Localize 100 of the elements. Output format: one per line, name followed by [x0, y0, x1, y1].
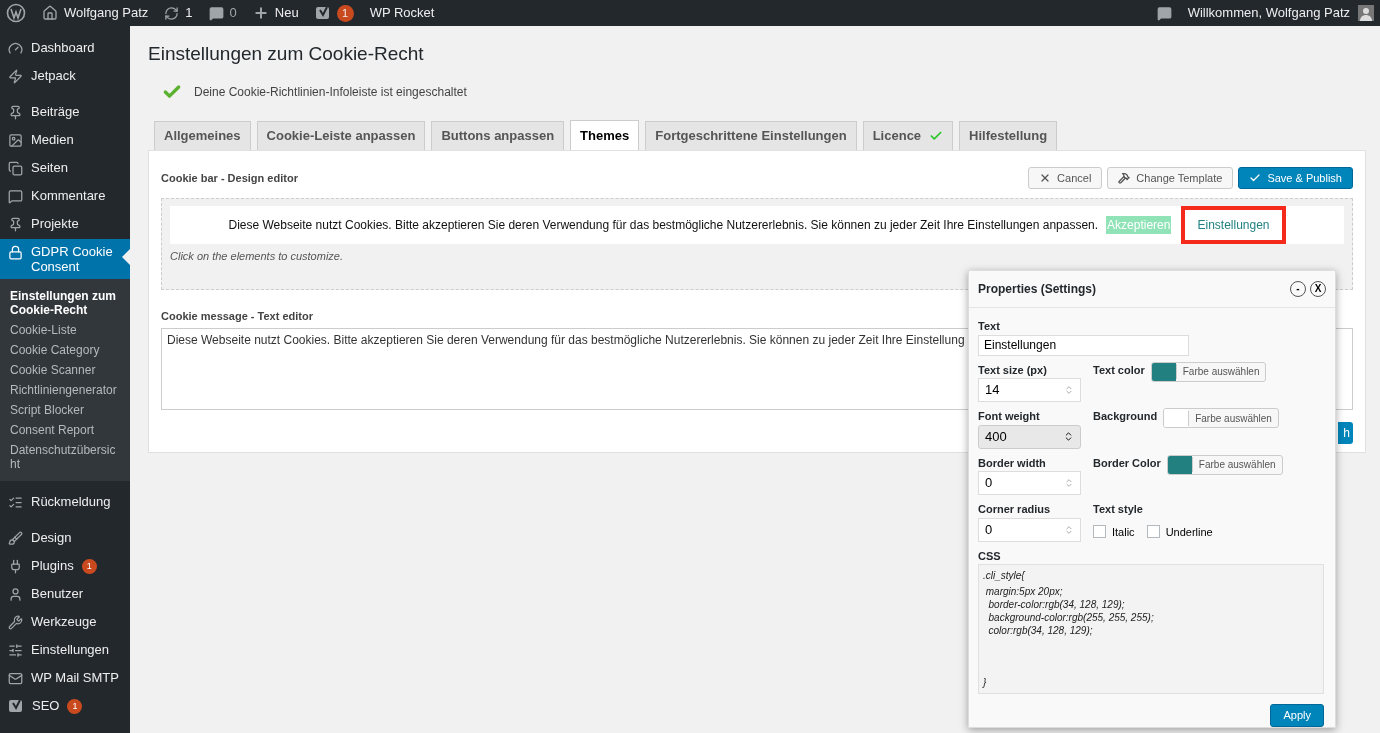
sidebar-item[interactable]: GDPR Cookie Consent: [0, 239, 130, 279]
change-template-button[interactable]: Change Template: [1107, 167, 1234, 189]
apply-button[interactable]: Apply: [1270, 704, 1324, 727]
color-picker-button[interactable]: Farbe auswählen: [1166, 454, 1283, 475]
sidebar-item[interactable]: Benutzer: [0, 581, 130, 609]
sidebar-item[interactable]: Projekte: [0, 211, 130, 239]
home-icon[interactable]: [42, 5, 58, 21]
submenu-item[interactable]: Richtliniengenerator: [0, 380, 130, 400]
panel-title: Properties (Settings): [978, 281, 1097, 298]
current-arrow-icon: [122, 249, 130, 265]
user-icon: [8, 587, 23, 602]
sidebar-item[interactable]: Seiten: [0, 155, 130, 183]
sidebar-item[interactable]: Dashboard: [0, 35, 130, 63]
check-icon[interactable]: [1249, 172, 1262, 184]
submenu-item[interactable]: Script Blocker: [0, 400, 130, 420]
field-label: Text color: [1093, 362, 1145, 378]
check-icon: [929, 129, 944, 143]
sidebar-item[interactable]: Beiträge: [0, 99, 130, 127]
css-editor[interactable]: .cli_style{ margin:5px 20px; border-color:rgb(34, 128, 129); background-color:rgb(255, 255, 255); color:rgb(34, 128, 129); }: [978, 564, 1324, 694]
seo-logo-icon[interactable]: [8, 698, 24, 714]
sidebar-item[interactable]: Plugins 1: [0, 553, 130, 581]
pin-icon: [8, 217, 23, 232]
tab[interactable]: Fortgeschrittene Einstellungen: [645, 121, 857, 150]
sliders-icon: [8, 643, 23, 658]
speech-bubble-icon: [8, 189, 23, 204]
submenu-item[interactable]: Cookie-Liste: [0, 320, 130, 340]
cookie-message[interactable]: Diese Webseite nutzt Cookies. Bitte akzeptieren Sie deren Verwendung für das bestmögliche Nutzererlebnis. Sie können zu jeder Zeit Ihre Einstellungen anpassen.: [228, 216, 1099, 234]
field-label: Text size (px): [978, 362, 1048, 378]
updates-count[interactable]: 1: [185, 3, 193, 23]
color-picker-button[interactable]: Farbe auswählen: [1163, 408, 1279, 428]
list-icon: [8, 495, 23, 510]
sidebar-item[interactable]: Rückmeldung: [0, 489, 130, 517]
plug-icon: [8, 559, 23, 574]
checkbox-label[interactable]: Italic: [1112, 523, 1135, 540]
sidebar-item[interactable]: Medien: [0, 127, 130, 155]
tab[interactable]: Themes: [570, 120, 640, 150]
checkbox[interactable]: [1146, 525, 1160, 539]
field-label: CSS: [978, 548, 1002, 564]
settings-button[interactable]: Einstellungen: [1181, 206, 1286, 244]
submenu-item[interactable]: Consent Report: [0, 420, 130, 440]
wrench-icon: [8, 615, 23, 630]
tab[interactable]: Licence: [862, 121, 954, 150]
pin-icon: [8, 105, 23, 120]
section-heading: Cookie message - Text editor: [161, 308, 314, 324]
tab[interactable]: Buttons anpassen: [431, 121, 565, 150]
tab[interactable]: Allgemeines: [154, 121, 251, 150]
checkbox[interactable]: [1093, 525, 1106, 539]
field-label: Corner radius: [978, 502, 1052, 517]
menu-link[interactable]: WP Rocket: [369, 3, 435, 23]
number-input[interactable]: 0: [978, 517, 1081, 542]
save-publish-button[interactable]: Save & Publish: [1238, 167, 1353, 189]
sidebar-item[interactable]: WP Mail SMTP: [0, 665, 130, 693]
sidebar-item[interactable]: SEO 1: [0, 693, 130, 721]
comments-count[interactable]: 0: [229, 3, 237, 23]
number-input[interactable]: 0: [978, 471, 1081, 495]
sidebar-item[interactable]: Einstellungen: [0, 637, 130, 665]
field-label: Border width: [978, 455, 1047, 471]
tab[interactable]: Hilfestellung: [959, 121, 1058, 150]
page-title: Einstellungen zum Cookie-Recht: [148, 42, 425, 66]
notification-badge: 1: [81, 559, 97, 574]
submenu-item[interactable]: Einstellungen zum Cookie-Recht: [0, 286, 130, 320]
pages-icon: [8, 161, 23, 176]
brush-icon: [8, 531, 23, 546]
color-picker-button[interactable]: Farbe auswählen: [1150, 361, 1267, 382]
field-label: Border Color: [1093, 455, 1161, 471]
cancel-button[interactable]: Cancel: [1028, 167, 1103, 189]
submenu-item[interactable]: Datenschutzübersicht: [0, 440, 130, 474]
site-name-link[interactable]: Wolfgang Patz: [64, 3, 149, 23]
sidebar-item[interactable]: Design: [0, 525, 130, 553]
new-link[interactable]: Neu: [274, 3, 299, 23]
dropdown-icon[interactable]: [1063, 431, 1074, 442]
refresh-icon[interactable]: [164, 5, 180, 21]
hammer-icon[interactable]: [1118, 172, 1131, 184]
notice-text: Deine Cookie-Richtlinien-Infoleiste ist eingeschaltet: [194, 84, 467, 101]
sidebar-item[interactable]: Werkzeuge: [0, 609, 130, 637]
submenu-item[interactable]: Cookie Category: [0, 340, 130, 360]
image-icon: [8, 133, 23, 148]
checkbox-label[interactable]: Underline: [1165, 523, 1213, 540]
sidebar-item[interactable]: Jetpack: [0, 63, 130, 91]
plus-icon[interactable]: [252, 5, 269, 21]
notification-badge: 1: [67, 699, 83, 714]
number-input[interactable]: 14: [978, 378, 1081, 402]
mail-icon: [8, 671, 23, 686]
greeting-link[interactable]: Willkommen, Wolfgang Patz: [1187, 3, 1350, 23]
comment-icon[interactable]: [208, 5, 224, 21]
text-input[interactable]: Einstellungen: [978, 334, 1189, 356]
notification-icon[interactable]: [1156, 5, 1172, 21]
lock-icon: [8, 245, 23, 260]
gauge-icon: [8, 41, 23, 56]
sidebar-item[interactable]: Kommentare: [0, 183, 130, 211]
section-heading: Cookie bar - Design editor: [161, 170, 298, 186]
save-button[interactable]: h: [1338, 422, 1353, 444]
seo-logo-icon[interactable]: [314, 5, 331, 21]
avatar-icon[interactable]: [1358, 5, 1374, 21]
wordpress-logo-icon[interactable]: [6, 3, 26, 23]
bolt-icon: [8, 69, 23, 84]
select-field[interactable]: 400: [978, 424, 1081, 449]
submenu-item[interactable]: Cookie Scanner: [0, 360, 130, 380]
tab[interactable]: Cookie-Leiste anpassen: [256, 121, 426, 150]
field-label: Background: [1093, 409, 1158, 424]
